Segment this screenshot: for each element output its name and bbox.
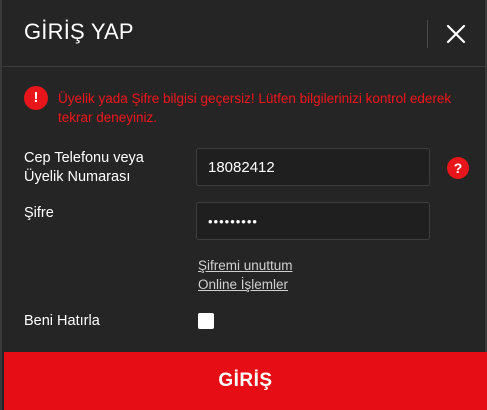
phone-label-line1: Cep Telefonu veya — [24, 150, 144, 166]
close-button[interactable] — [444, 22, 468, 46]
password-input[interactable] — [196, 202, 430, 240]
phone-input[interactable] — [196, 148, 430, 186]
error-message: Üyelik yada Şifre bilgisi geçersiz! Lütf… — [58, 91, 452, 125]
online-operations-link[interactable]: Online İşlemler — [198, 277, 288, 292]
login-modal: GİRİŞ YAP ! Üyelik yada Şifre bilgisi ge… — [0, 0, 487, 410]
header-divider — [427, 20, 428, 48]
close-icon — [446, 24, 466, 44]
forgot-password-link[interactable]: Şifremi unuttum — [198, 258, 293, 273]
modal-title: GİRİŞ YAP — [24, 19, 134, 44]
modal-header: GİRİŞ YAP — [2, 0, 485, 67]
help-icon[interactable]: ? — [447, 157, 469, 179]
error-icon: ! — [24, 86, 48, 110]
phone-label-line2: Üyelik Numarası — [24, 169, 131, 185]
phone-label: Cep Telefonu veya Üyelik Numarası — [24, 149, 144, 187]
login-submit-button[interactable]: GİRİŞ — [4, 352, 487, 410]
password-label: Şifre — [24, 205, 54, 221]
remember-me-checkbox[interactable] — [198, 313, 214, 329]
remember-me-label: Beni Hatırla — [24, 313, 100, 329]
